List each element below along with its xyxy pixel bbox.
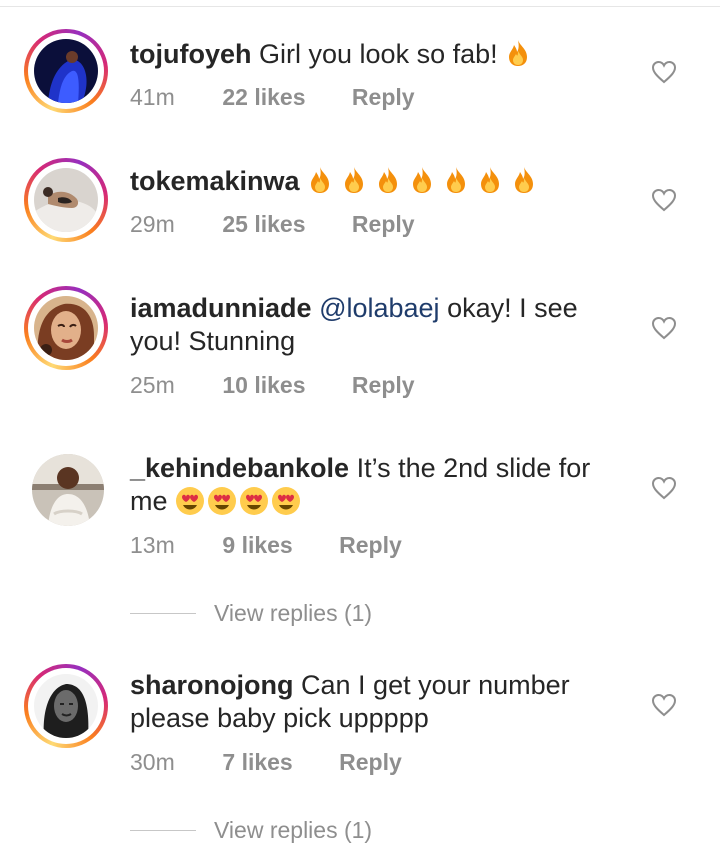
comment-time: 25m [130,372,175,398]
avatar-story-ring[interactable] [24,158,108,242]
reply-button[interactable]: Reply [352,370,415,400]
comment-text: iamadunniade @lolabaej okay! I see you! … [130,292,630,358]
comment-meta: 13m 9 likes Reply [130,530,402,560]
reply-button[interactable]: Reply [352,209,415,239]
avatar-story-ring[interactable] [24,664,108,748]
top-divider [0,6,720,7]
comment-username[interactable]: sharonojong [130,670,294,700]
heart-eyes-emoji-icon [176,487,205,515]
comment-time: 29m [130,211,175,237]
comment-text: tojufoyeh Girl you look so fab! [130,38,630,71]
view-replies-label[interactable]: View replies (1) [214,598,372,628]
fire-emoji-icon [345,167,364,193]
comment-username[interactable]: tokemakinwa [130,166,300,196]
reply-button[interactable]: Reply [352,82,415,112]
heart-outline-icon[interactable] [651,316,677,340]
comment-text: sharonojong Can I get your number please… [130,669,630,735]
heart-eyes-emoji-icon [208,487,237,515]
comment-meta: 25m 10 likes Reply [130,370,415,400]
avatar [34,168,98,232]
heart-outline-icon[interactable] [651,60,677,84]
heart-eyes-emoji-icon [272,487,301,515]
comment-username[interactable]: _kehindebankole [130,453,349,483]
avatar [34,39,98,103]
fire-emoji-icon [515,167,534,193]
comment-text: _kehindebankole It’s the 2nd slide for m… [130,452,630,518]
heart-outline-icon[interactable] [651,188,677,212]
avatar-wrap[interactable] [24,448,108,532]
comment-likes[interactable]: 25 likes [222,209,305,239]
comment-time: 41m [130,84,175,110]
avatar [34,674,98,738]
reply-button[interactable]: Reply [339,747,402,777]
heart-eyes-emoji-row [175,486,303,516]
fire-emoji-icon [379,167,398,193]
comment-time: 30m [130,749,175,775]
avatar [34,296,98,360]
fire-emoji-icon [413,167,432,193]
avatar [32,454,104,526]
mention-link[interactable]: @lolabaej [319,293,440,323]
comment-meta: 29m 25 likes Reply [130,209,415,239]
fire-emoji-row [307,166,545,196]
replies-divider [130,830,196,831]
avatar-story-ring[interactable] [24,29,108,113]
comment-likes[interactable]: 10 likes [222,370,305,400]
fire-emoji-icon [509,40,528,66]
comment-meta: 41m 22 likes Reply [130,82,415,112]
comment-username[interactable]: iamadunniade [130,293,312,323]
avatar-story-ring[interactable] [24,286,108,370]
comment-likes[interactable]: 9 likes [222,530,292,560]
heart-outline-icon[interactable] [651,476,677,500]
comment-body: Girl you look so fab! [259,39,498,69]
comment-likes[interactable]: 7 likes [222,747,292,777]
fire-emoji-icon [311,167,330,193]
heart-outline-icon[interactable] [651,693,677,717]
comment-text: tokemakinwa [130,165,630,198]
comment-likes[interactable]: 22 likes [222,82,305,112]
view-replies-label[interactable]: View replies (1) [214,815,372,845]
fire-emoji-icon [481,167,500,193]
comment-username[interactable]: tojufoyeh [130,39,252,69]
replies-divider [130,613,196,614]
heart-eyes-emoji-icon [240,487,269,515]
reply-button[interactable]: Reply [339,530,402,560]
comment-meta: 30m 7 likes Reply [130,747,402,777]
fire-emoji-icon [447,167,466,193]
comment-time: 13m [130,532,175,558]
